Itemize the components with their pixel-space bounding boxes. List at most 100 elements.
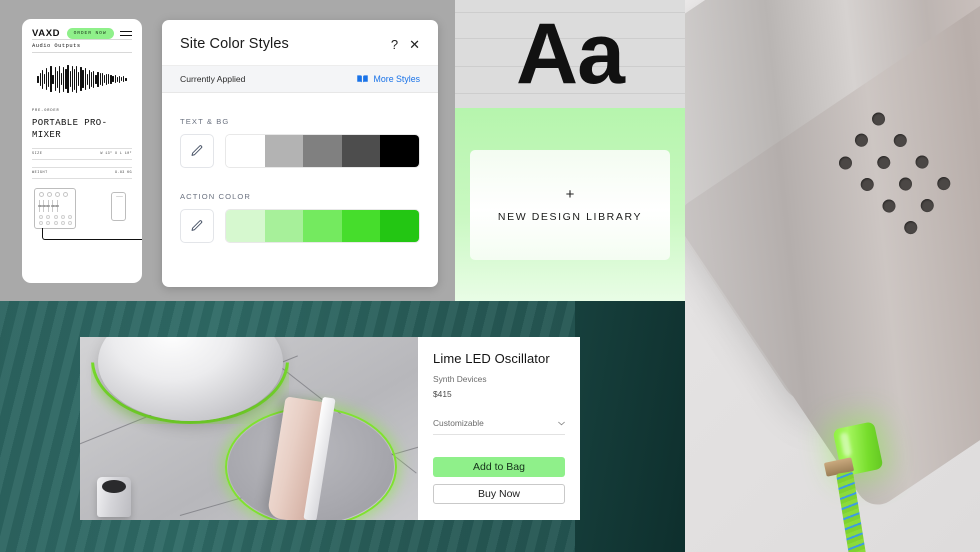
product-render-image (80, 337, 420, 520)
waveform-bar (93, 70, 95, 88)
edit-action-color-button[interactable] (180, 209, 214, 243)
swatch[interactable] (341, 135, 381, 167)
waveform-bar (110, 74, 112, 84)
waveform-bar (99, 73, 101, 85)
waveform-bar (95, 74, 97, 84)
waveform-bar (80, 67, 82, 91)
waveform-bar (39, 72, 41, 86)
waveform-bar (71, 66, 73, 92)
waveform-bar (56, 70, 58, 88)
spec-row: SIZE W 13" X L 10" (32, 148, 132, 161)
spec-key: WEIGHT (32, 171, 48, 176)
new-design-library-card[interactable]: + NEW DESIGN LIBRARY (470, 149, 670, 260)
waveform-bar (84, 68, 86, 90)
dialog-title: Site Color Styles (180, 36, 289, 52)
hero-product-image (685, 0, 980, 552)
pencil-icon (191, 145, 203, 156)
phone-device-icon (111, 192, 126, 222)
product-title: Lime LED Oscillator (433, 351, 550, 366)
swatch[interactable] (264, 135, 304, 167)
design-library-panel: + NEW DESIGN LIBRARY (455, 108, 685, 301)
font-sample-text: Aa (516, 6, 625, 102)
waveform-bar (43, 74, 46, 84)
swatch[interactable] (380, 135, 419, 167)
product-info-card: Lime LED Oscillator Synth Devices $415 C… (418, 337, 580, 520)
waveform-bar (54, 67, 56, 91)
waveform-bar (37, 75, 39, 83)
text-bg-swatches[interactable] (225, 134, 420, 168)
audio-waveform (32, 64, 132, 94)
waveform-bar (41, 69, 44, 89)
waveform-bar (69, 71, 71, 87)
swatch[interactable] (303, 210, 342, 242)
waveform-bar (50, 66, 52, 92)
waveform-bar (78, 72, 80, 86)
text-and-bg-group: TEXT & BG (162, 117, 438, 168)
close-icon[interactable]: ✕ (409, 38, 420, 51)
group-row (180, 209, 420, 243)
mixer-device-icon (34, 188, 76, 230)
waveform-bar (73, 68, 76, 90)
phone-mockup-card: VAXD ORDER NOW Audio Outputs PRE-ORDER P… (22, 19, 142, 283)
waveform-bar (65, 69, 67, 89)
waveform-bar (88, 69, 91, 89)
waveform-bar (86, 73, 88, 85)
waveform-bar (118, 75, 121, 83)
more-styles-label: More Styles (373, 74, 420, 84)
waveform-bar (48, 71, 50, 87)
group-title: ACTION COLOR (180, 192, 252, 201)
audio-outputs-label: Audio Outputs (32, 39, 132, 53)
cable-illustration (42, 228, 142, 241)
waveform-bar (108, 74, 110, 84)
waveform-bar (114, 75, 116, 83)
waveform-bar (123, 76, 125, 82)
action-color-group: ACTION COLOR (162, 192, 438, 243)
waveform-bar (101, 72, 103, 86)
small-knob-component (97, 477, 131, 517)
spec-key: SIZE (32, 152, 43, 157)
waveform-bar (82, 70, 84, 88)
dialog-header-actions: ? ✕ (391, 38, 420, 51)
add-to-bag-button[interactable]: Add to Bag (433, 457, 565, 477)
mockup-product-title: PORTABLE PRO-MIXER (32, 118, 108, 141)
spec-row: WEIGHT 9.83 KG (32, 167, 132, 180)
swatch[interactable] (380, 210, 419, 242)
swatch[interactable] (226, 210, 265, 242)
help-icon[interactable]: ? (391, 38, 398, 51)
mockup-header: VAXD ORDER NOW (22, 19, 142, 39)
waveform-bar (103, 75, 106, 83)
swatch[interactable] (303, 135, 342, 167)
order-now-button[interactable]: ORDER NOW (66, 28, 114, 39)
waveform-bar (63, 66, 65, 92)
typography-preview-panel: Aa (455, 0, 685, 108)
waveform-bar (112, 76, 114, 82)
swatch[interactable] (264, 210, 304, 242)
waveform-bar (58, 65, 61, 93)
spec-value: W 13" X L 10" (100, 152, 132, 157)
action-color-swatches[interactable] (225, 209, 420, 243)
waveform-bar (67, 65, 69, 93)
waveform-bar (105, 73, 108, 85)
waveform-bar (61, 73, 63, 85)
dialog-subheader: Currently Applied More Styles (162, 65, 438, 93)
product-price: $415 (433, 389, 452, 399)
brand-logo: VAXD (32, 28, 61, 39)
waveform-bar (116, 76, 118, 82)
customizable-dropdown[interactable]: Customizable (433, 418, 565, 435)
hamburger-menu-icon[interactable] (119, 30, 132, 37)
book-icon (356, 75, 368, 83)
product-brand: Synth Devices (433, 374, 487, 384)
more-styles-link[interactable]: More Styles (356, 74, 420, 84)
design-tool-panel: VAXD ORDER NOW Audio Outputs PRE-ORDER P… (0, 0, 455, 301)
waveform-bar (52, 74, 54, 84)
dropdown-label: Customizable (433, 418, 484, 428)
edit-text-bg-button[interactable] (180, 134, 214, 168)
group-title: TEXT & BG (180, 117, 230, 126)
buy-now-button[interactable]: Buy Now (433, 484, 565, 504)
waveform-bar (76, 65, 78, 93)
dialog-header: Site Color Styles ? ✕ (162, 20, 438, 65)
swatch[interactable] (341, 210, 381, 242)
new-design-library-label: NEW DESIGN LIBRARY (497, 210, 643, 223)
teal-shadow-area (575, 301, 685, 552)
swatch[interactable] (226, 135, 265, 167)
